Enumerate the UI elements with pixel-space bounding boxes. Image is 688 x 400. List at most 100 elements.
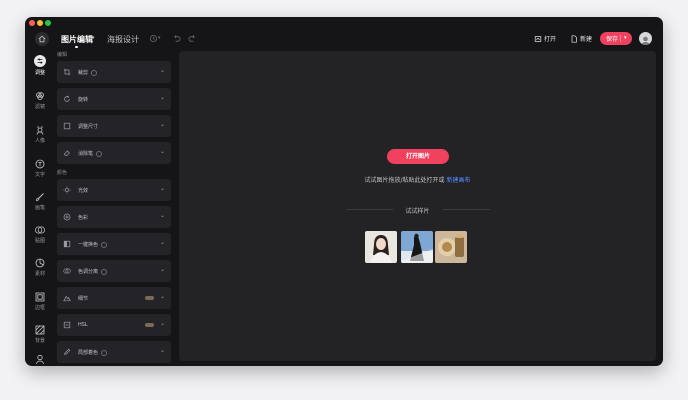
row-crop[interactable]: 裁剪 ⌄ xyxy=(57,61,171,83)
person-icon xyxy=(35,354,45,364)
open-button[interactable]: 打开 xyxy=(534,34,556,43)
new-button[interactable]: 新建 xyxy=(570,34,592,43)
new-file-icon xyxy=(571,34,577,43)
row-color[interactable]: 色彩 ⌄ xyxy=(57,206,171,228)
chevron-down-icon[interactable]: ⌄ xyxy=(160,212,165,219)
sidebar-item-filter[interactable]: 滤镜 xyxy=(25,91,55,110)
sidebar-item-label: 文字 xyxy=(34,172,45,178)
split-tone-icon xyxy=(63,267,71,275)
redo-icon[interactable] xyxy=(188,34,197,45)
chevron-down-icon[interactable]: ⌄ xyxy=(160,293,165,300)
sidebar-item-label: 人像 xyxy=(34,138,45,144)
sidebar-item-background[interactable]: 背景 xyxy=(25,325,55,344)
frame-icon xyxy=(35,292,45,302)
zoom-window-button[interactable] xyxy=(45,20,51,26)
sliders-icon xyxy=(34,55,46,67)
sun-icon xyxy=(63,186,71,194)
rotate-icon xyxy=(63,95,71,103)
row-recolor[interactable]: 一键换色 ⌄ xyxy=(57,233,171,255)
toolbar: 图片编辑 ▾ 海报设计 ▾ 打开 新建 保存 ▾ xyxy=(25,30,663,51)
chevron-down-icon[interactable]: ⌄ xyxy=(160,239,165,246)
chevron-down-icon[interactable]: ⌄ xyxy=(160,347,165,354)
row-detail[interactable]: 细节 ⌄ xyxy=(57,287,171,309)
open-file-icon xyxy=(534,35,542,42)
minimize-window-button[interactable] xyxy=(37,20,43,26)
tab-poster-design[interactable]: 海报设计 xyxy=(107,34,139,45)
sidebar-item-more[interactable] xyxy=(25,354,55,366)
row-label: 局部着色 xyxy=(78,350,99,356)
row-label: HSL xyxy=(78,322,88,328)
sample-thumbnail[interactable] xyxy=(435,231,467,263)
palette-icon xyxy=(63,213,71,221)
sidebar-item-label: 边框 xyxy=(34,305,45,311)
sample-thumbnail[interactable] xyxy=(401,231,433,263)
help-icon[interactable] xyxy=(91,69,98,76)
chevron-down-icon[interactable]: ⌄ xyxy=(160,94,165,101)
title-bar xyxy=(25,17,663,30)
adjust-panel: 编辑 裁剪 ⌄ 旋转 ⌄ 调整尺寸 ⌄ 消除笔 ⌄ 颜色 光效 ⌄ 色彩 ⌄ 一… xyxy=(57,51,174,366)
help-icon[interactable] xyxy=(96,150,103,157)
resize-icon xyxy=(63,122,71,130)
avatar[interactable] xyxy=(639,32,652,45)
sidebar-item-adjust[interactable]: 调整 xyxy=(25,55,55,76)
row-split-toning[interactable]: 色调分离 ⌄ xyxy=(57,260,171,282)
mountain-icon xyxy=(63,294,71,302)
tool-sidebar: 调整 滤镜 人像 文字 画笔 贴图 素材 边框 背景 xyxy=(25,51,55,366)
row-resize[interactable]: 调整尺寸 ⌄ xyxy=(57,115,171,137)
sample-thumbnail[interactable] xyxy=(365,231,397,263)
drop-hint: 试试图片拖放/粘贴此处打开或 新建画布 xyxy=(179,175,656,184)
sidebar-item-brush[interactable]: 画笔 xyxy=(25,192,55,211)
row-label: 光效 xyxy=(78,188,89,194)
chevron-down-icon: ▾ xyxy=(92,35,95,41)
sidebar-item-label: 贴图 xyxy=(34,238,45,244)
home-icon xyxy=(38,35,46,43)
text-icon xyxy=(35,159,45,169)
open-label: 打开 xyxy=(544,36,557,43)
help-icon[interactable] xyxy=(101,349,108,356)
brush-icon xyxy=(35,192,45,202)
pen-icon xyxy=(63,348,71,356)
divider-right xyxy=(443,209,490,210)
row-label: 色彩 xyxy=(78,215,89,221)
save-button[interactable]: 保存 ▾ xyxy=(600,32,632,45)
row-local-color[interactable]: 局部着色 ⌄ xyxy=(57,341,171,363)
sidebar-item-border[interactable]: 边框 xyxy=(25,292,55,311)
history-icon[interactable] xyxy=(149,34,158,45)
canvas-area[interactable]: 打开图片 试试图片拖放/粘贴此处打开或 新建画布 试试样片 xyxy=(179,51,656,361)
row-light[interactable]: 光效 ⌄ xyxy=(57,179,171,201)
recolor-icon xyxy=(63,240,71,248)
chevron-down-icon[interactable]: ⌄ xyxy=(160,185,165,192)
chevron-down-icon[interactable]: ⌄ xyxy=(160,320,165,327)
help-icon[interactable] xyxy=(101,241,108,248)
sidebar-item-portrait[interactable]: 人像 xyxy=(25,125,55,144)
chevron-down-icon[interactable]: ▾ xyxy=(624,35,627,41)
chevron-down-icon: ▾ xyxy=(158,35,161,41)
sidebar-item-sticker[interactable]: 贴图 xyxy=(25,225,55,244)
row-hsl[interactable]: HSL ⌄ xyxy=(57,314,171,336)
chevron-down-icon[interactable]: ⌄ xyxy=(160,121,165,128)
sidebar-item-material[interactable]: 素材 xyxy=(25,258,55,277)
undo-icon[interactable] xyxy=(172,34,181,45)
row-label: 消除笔 xyxy=(78,151,94,157)
chevron-down-icon[interactable]: ⌄ xyxy=(160,266,165,273)
help-icon[interactable] xyxy=(101,268,108,275)
home-button[interactable] xyxy=(35,32,49,46)
eraser-icon xyxy=(63,149,71,157)
sidebar-item-label: 调整 xyxy=(34,70,45,76)
tab-image-edit[interactable]: 图片编辑 xyxy=(61,34,93,45)
save-divider xyxy=(620,35,621,42)
row-eraser[interactable]: 消除笔 ⌄ xyxy=(57,142,171,164)
new-label: 新建 xyxy=(580,36,593,43)
close-window-button[interactable] xyxy=(29,20,35,26)
new-canvas-link[interactable]: 新建画布 xyxy=(446,177,470,184)
open-image-button[interactable]: 打开图片 xyxy=(387,149,449,164)
samples-title: 试试样片 xyxy=(405,208,430,215)
sidebar-item-text[interactable]: 文字 xyxy=(25,159,55,178)
chevron-down-icon[interactable]: ⌄ xyxy=(160,148,165,155)
chevron-down-icon[interactable]: ⌄ xyxy=(160,67,165,74)
row-rotate[interactable]: 旋转 ⌄ xyxy=(57,88,171,110)
app-window: 图片编辑 ▾ 海报设计 ▾ 打开 新建 保存 ▾ 调整 滤镜 人像 文字 画笔 … xyxy=(25,17,663,366)
crop-icon xyxy=(63,68,71,76)
row-label: 一键换色 xyxy=(78,242,99,248)
hsl-icon xyxy=(63,321,71,329)
